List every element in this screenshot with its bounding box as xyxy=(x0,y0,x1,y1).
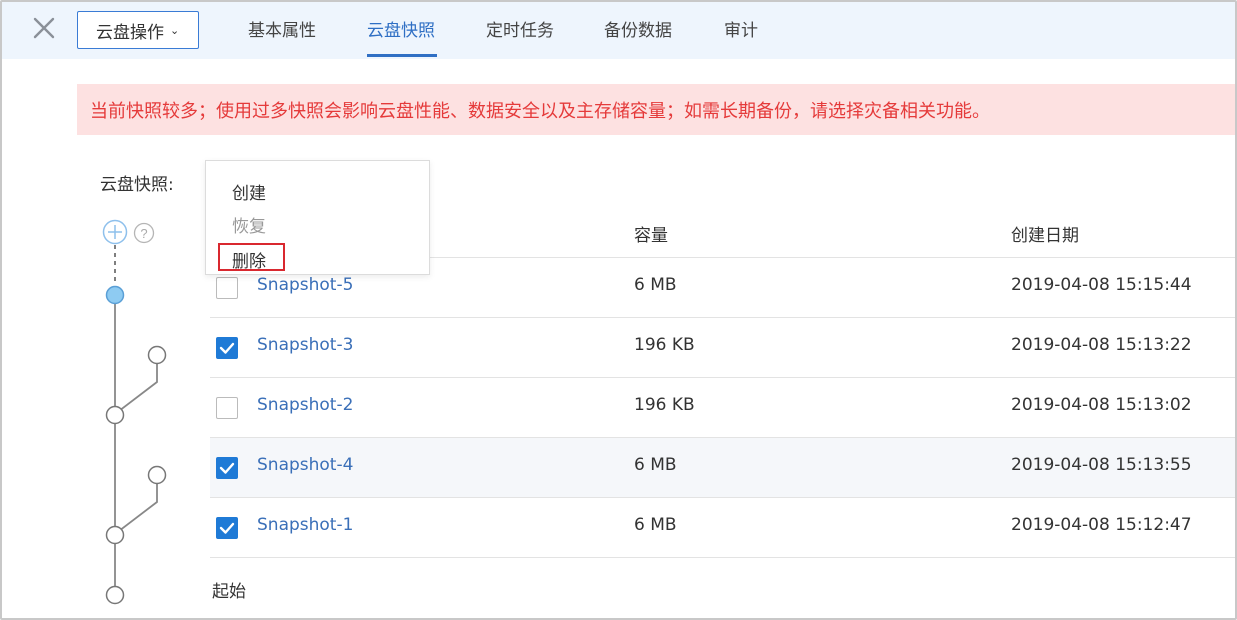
tree-branch xyxy=(114,484,158,535)
chevron-down-icon: ⌄ xyxy=(170,23,180,37)
snapshot-capacity: 196 KB xyxy=(634,335,695,355)
tab-basic-properties[interactable]: 基本属性 xyxy=(248,16,316,59)
column-header-capacity: 容量 xyxy=(634,226,668,246)
tree-node-origin[interactable] xyxy=(105,585,125,605)
question-circle-icon[interactable]: ? xyxy=(133,222,155,244)
snapshot-name-link[interactable]: Snapshot-5 xyxy=(257,275,353,295)
tree-node[interactable] xyxy=(105,525,125,545)
table-row: Snapshot-4 6 MB 2019-04-08 15:13:55 xyxy=(210,438,1235,498)
snapshot-date: 2019-04-08 15:13:22 xyxy=(1011,335,1192,355)
row-checkbox[interactable] xyxy=(216,397,238,419)
check-icon xyxy=(219,522,235,534)
snapshot-date: 2019-04-08 15:12:47 xyxy=(1011,515,1192,535)
origin-label: 起始 xyxy=(212,582,246,602)
snapshot-capacity: 196 KB xyxy=(634,395,695,415)
snapshot-date: 2019-04-08 15:13:02 xyxy=(1011,395,1192,415)
snapshot-name-link[interactable]: Snapshot-3 xyxy=(257,335,353,355)
check-icon xyxy=(219,342,235,354)
snapshot-capacity: 6 MB xyxy=(634,455,677,475)
warning-text: 当前快照较多；使用过多快照会影响云盘性能、数据安全以及主存储容量；如需长期备份，… xyxy=(90,100,990,122)
row-checkbox[interactable] xyxy=(216,337,238,359)
table-row: Snapshot-3 196 KB 2019-04-08 15:13:22 xyxy=(210,318,1235,378)
tab-scheduled-tasks[interactable]: 定时任务 xyxy=(486,16,554,59)
menu-item-delete[interactable]: 删除 xyxy=(232,247,266,272)
row-checkbox[interactable] xyxy=(216,457,238,479)
row-checkbox[interactable] xyxy=(216,277,238,299)
table-row: Snapshot-2 196 KB 2019-04-08 15:13:02 xyxy=(210,378,1235,438)
snapshot-name-link[interactable]: Snapshot-4 xyxy=(257,455,353,475)
snapshot-date: 2019-04-08 15:13:55 xyxy=(1011,455,1192,475)
tree-node[interactable] xyxy=(105,405,125,425)
menu-item-restore: 恢复 xyxy=(232,217,266,237)
row-checkbox[interactable] xyxy=(216,517,238,539)
snapshot-panel: 云盘操作 ⌄ 基本属性 云盘快照 定时任务 备份数据 审计 当前快照较多；使用过… xyxy=(0,0,1237,620)
tab-audit[interactable]: 审计 xyxy=(724,16,758,59)
check-icon xyxy=(219,462,235,474)
table-row: Snapshot-1 6 MB 2019-04-08 15:12:47 xyxy=(210,498,1235,558)
snapshot-name-link[interactable]: Snapshot-2 xyxy=(257,395,353,415)
svg-text:?: ? xyxy=(140,226,147,241)
tree-node[interactable] xyxy=(147,465,167,485)
column-header-created-date: 创建日期 xyxy=(1011,226,1079,246)
tree-node[interactable] xyxy=(147,345,167,365)
close-icon[interactable] xyxy=(30,14,58,42)
plus-circle-icon[interactable] xyxy=(102,219,128,245)
active-tab-indicator xyxy=(367,54,437,57)
disk-operations-button[interactable]: 云盘操作 ⌄ xyxy=(77,11,199,49)
snapshot-date: 2019-04-08 15:15:44 xyxy=(1011,275,1192,295)
top-bar: 云盘操作 ⌄ 基本属性 云盘快照 定时任务 备份数据 审计 xyxy=(2,2,1235,59)
warning-banner: 当前快照较多；使用过多快照会影响云盘性能、数据安全以及主存储容量；如需长期备份，… xyxy=(77,84,1235,135)
tree-branch xyxy=(114,364,158,415)
snapshot-actions-menu: 创建 恢复 删除 xyxy=(205,160,430,275)
tab-disk-snapshots[interactable]: 云盘快照 xyxy=(367,16,435,59)
snapshot-name-link[interactable]: Snapshot-1 xyxy=(257,515,353,535)
menu-item-create[interactable]: 创建 xyxy=(232,179,266,204)
snapshot-label: 云盘快照: xyxy=(100,175,174,195)
disk-operations-label: 云盘操作 xyxy=(96,22,164,43)
snapshot-capacity: 6 MB xyxy=(634,275,677,295)
tree-node-current[interactable] xyxy=(105,285,125,305)
snapshot-tree: ? xyxy=(102,219,167,605)
snapshot-capacity: 6 MB xyxy=(634,515,677,535)
tab-backup-data[interactable]: 备份数据 xyxy=(604,16,672,59)
